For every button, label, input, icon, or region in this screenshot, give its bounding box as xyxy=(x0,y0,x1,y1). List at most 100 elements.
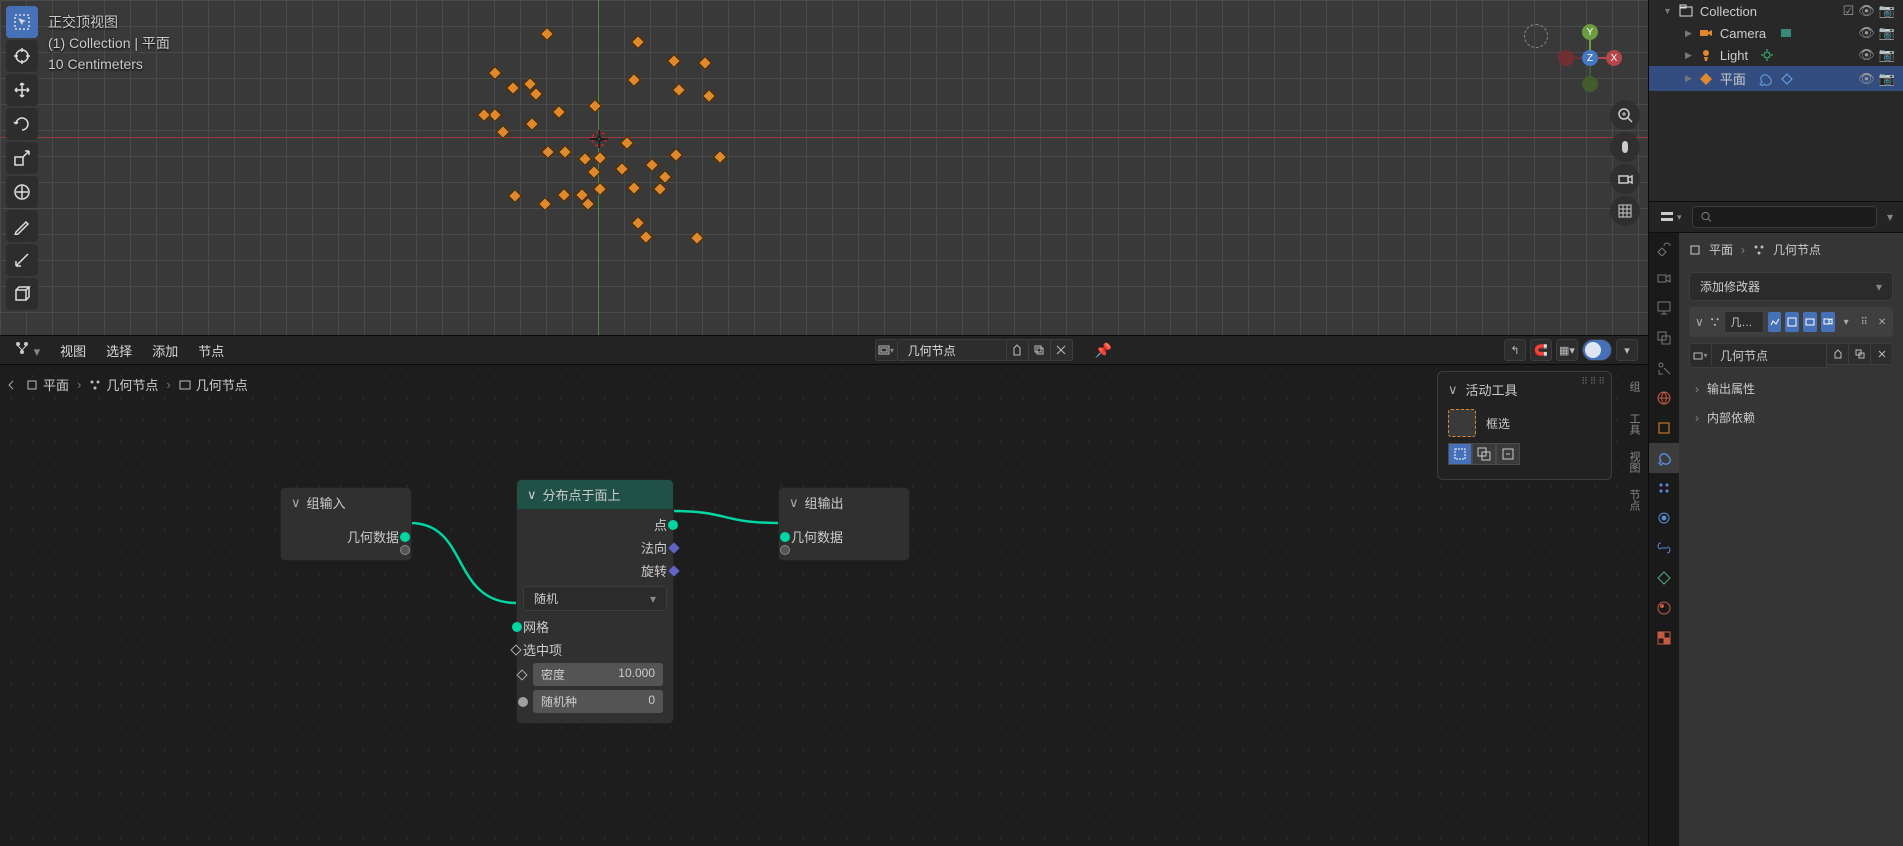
input-mesh[interactable]: 网格 xyxy=(517,615,673,638)
tool-move[interactable] xyxy=(6,74,38,106)
menu-node[interactable]: 节点 xyxy=(194,338,228,363)
input-selection[interactable]: 选中项 xyxy=(517,638,673,661)
tab-material[interactable] xyxy=(1649,593,1679,623)
tool-transform[interactable] xyxy=(6,176,38,208)
mod-edit-toggle[interactable] xyxy=(1785,312,1799,332)
eye-icon[interactable]: 👁 xyxy=(1858,71,1875,87)
eye-icon[interactable]: 👁 xyxy=(1858,3,1875,19)
checkbox-icon[interactable]: ☑ xyxy=(1843,3,1855,19)
select-mode-set[interactable] xyxy=(1448,443,1472,465)
render-icon[interactable]: 📷 xyxy=(1879,25,1895,41)
unlink-button[interactable] xyxy=(1051,339,1073,361)
node-editor[interactable]: ▾ 视图 选择 添加 节点 ▾ 几何节点 📌 ↰ 🧲 ▦▾ xyxy=(0,335,1648,846)
editor-type-button[interactable]: ▾ xyxy=(10,337,44,363)
node-header[interactable]: ∨分布点于面上 xyxy=(517,480,673,509)
tab-view[interactable]: 视图 xyxy=(1618,443,1648,481)
output-geometry[interactable]: 几何数据 xyxy=(287,525,405,548)
tab-constraints[interactable] xyxy=(1649,533,1679,563)
input-geometry[interactable]: 几何数据 xyxy=(785,525,903,548)
mod-render-toggle[interactable] xyxy=(1821,312,1835,332)
section-internal-deps[interactable]: › 内部依赖 xyxy=(1679,403,1903,432)
tab-group[interactable]: 组 xyxy=(1618,367,1648,405)
bc-mod[interactable]: 几何节点 xyxy=(1773,241,1821,258)
gizmo-neg-y[interactable] xyxy=(1582,76,1598,92)
mod-viewport-toggle[interactable] xyxy=(1768,312,1782,332)
tab-tool[interactable]: 工具 xyxy=(1618,405,1648,443)
duplicate-button[interactable] xyxy=(1029,339,1051,361)
tab-tool[interactable] xyxy=(1649,233,1679,263)
output-normal[interactable]: 法向 xyxy=(517,536,673,559)
input-virtual[interactable] xyxy=(785,548,903,552)
display-mode-button[interactable]: ▾ xyxy=(1659,209,1682,225)
tool-cursor[interactable] xyxy=(6,40,38,72)
outliner[interactable]: ▼ Collection ☑ 👁 📷 ▶ Camera 👁 📷 xyxy=(1649,0,1903,201)
tab-physics[interactable] xyxy=(1649,503,1679,533)
eye-icon[interactable]: 👁 xyxy=(1858,25,1875,41)
zoom-button[interactable] xyxy=(1610,100,1640,130)
viewport-3d[interactable]: 正交顶视图 (1) Collection | 平面 10 Centimeters… xyxy=(0,0,1648,335)
pan-button[interactable] xyxy=(1610,132,1640,162)
axis-gizmo[interactable]: X Y Z xyxy=(1550,18,1630,98)
gizmo-x[interactable]: X xyxy=(1606,50,1622,66)
node-header[interactable]: ∨组输入 xyxy=(281,488,411,517)
outliner-light-row[interactable]: ▶ Light 👁 📷 xyxy=(1649,44,1903,66)
tab-texture[interactable] xyxy=(1649,623,1679,653)
snap-mode-button[interactable]: ▦▾ xyxy=(1556,339,1578,361)
socket-points-out[interactable] xyxy=(668,520,678,530)
tab-data[interactable] xyxy=(1649,563,1679,593)
node-header[interactable]: ∨组输出 xyxy=(779,488,909,517)
output-virtual[interactable] xyxy=(287,548,405,552)
mod-display-toggle[interactable] xyxy=(1803,312,1817,332)
method-dropdown[interactable]: 随机▾ xyxy=(523,586,667,611)
collapse-toggle[interactable]: ∨ xyxy=(1693,315,1706,329)
filter-button[interactable]: ▾ xyxy=(1887,210,1893,224)
socket-mesh-in[interactable] xyxy=(512,622,522,632)
modifier-name-field[interactable]: 几… xyxy=(1724,311,1764,333)
output-rotation[interactable]: 旋转 xyxy=(517,559,673,582)
seed-field[interactable]: 随机种0 xyxy=(533,690,663,713)
socket-virtual-in[interactable] xyxy=(780,545,790,555)
tool-select-box[interactable] xyxy=(6,6,38,38)
tab-render[interactable] xyxy=(1649,263,1679,293)
tool-annotate[interactable] xyxy=(6,210,38,242)
search-input[interactable] xyxy=(1717,210,1868,225)
gizmo-neg-x[interactable] xyxy=(1558,50,1574,66)
socket-geometry-in[interactable] xyxy=(780,532,790,542)
tab-world[interactable] xyxy=(1649,383,1679,413)
datablock-browse-button[interactable]: ▾ xyxy=(875,339,897,361)
socket-seed-in[interactable] xyxy=(518,697,528,707)
overlay-toggle[interactable] xyxy=(1582,339,1612,361)
mod-db-name[interactable]: 几何节点 xyxy=(1711,343,1827,368)
fake-user-button[interactable] xyxy=(1007,339,1029,361)
overlay-options[interactable]: ▾ xyxy=(1616,339,1638,361)
parent-tree-button[interactable]: ↰ xyxy=(1504,339,1526,361)
mod-db-browse[interactable]: ▾ xyxy=(1689,343,1711,368)
outliner-camera-row[interactable]: ▶ Camera 👁 📷 xyxy=(1649,22,1903,44)
panel-drag-handle[interactable]: ⠿⠿⠿ xyxy=(1581,376,1607,387)
camera-view-button[interactable] xyxy=(1610,164,1640,194)
mod-db-unlink[interactable] xyxy=(1871,343,1893,365)
menu-add[interactable]: 添加 xyxy=(148,338,182,363)
bc-obj[interactable]: 平面 xyxy=(1709,241,1733,258)
node-tree-name-field[interactable]: 几何节点 xyxy=(897,339,1007,361)
pin-button[interactable]: 📌 xyxy=(1095,342,1112,359)
output-points[interactable]: 点 xyxy=(517,513,673,536)
render-icon[interactable]: 📷 xyxy=(1879,71,1895,87)
socket-density-in[interactable] xyxy=(516,669,527,680)
tool-scale[interactable] xyxy=(6,142,38,174)
menu-view[interactable]: 视图 xyxy=(56,338,90,363)
panel-header[interactable]: ∨活动工具 xyxy=(1448,380,1601,399)
eye-icon[interactable]: 👁 xyxy=(1858,47,1875,63)
tab-output[interactable] xyxy=(1649,293,1679,323)
tab-object[interactable] xyxy=(1649,413,1679,443)
render-icon[interactable]: 📷 xyxy=(1879,3,1895,19)
tool-add-cube[interactable] xyxy=(6,278,38,310)
mod-extras-button[interactable]: ▾ xyxy=(1839,312,1853,332)
tab-viewlayer[interactable] xyxy=(1649,323,1679,353)
property-search-field[interactable] xyxy=(1692,206,1877,228)
tab-modifiers[interactable] xyxy=(1649,443,1679,473)
outliner-plane-row[interactable]: ▶ 平面 👁 📷 xyxy=(1649,66,1903,91)
select-mode-extend[interactable] xyxy=(1472,443,1496,465)
tab-node[interactable]: 节点 xyxy=(1618,481,1648,519)
node-distribute-points[interactable]: ∨分布点于面上 点 法向 旋转 随机▾ 网格 选中项 密度10.000 随机种0 xyxy=(516,479,674,724)
